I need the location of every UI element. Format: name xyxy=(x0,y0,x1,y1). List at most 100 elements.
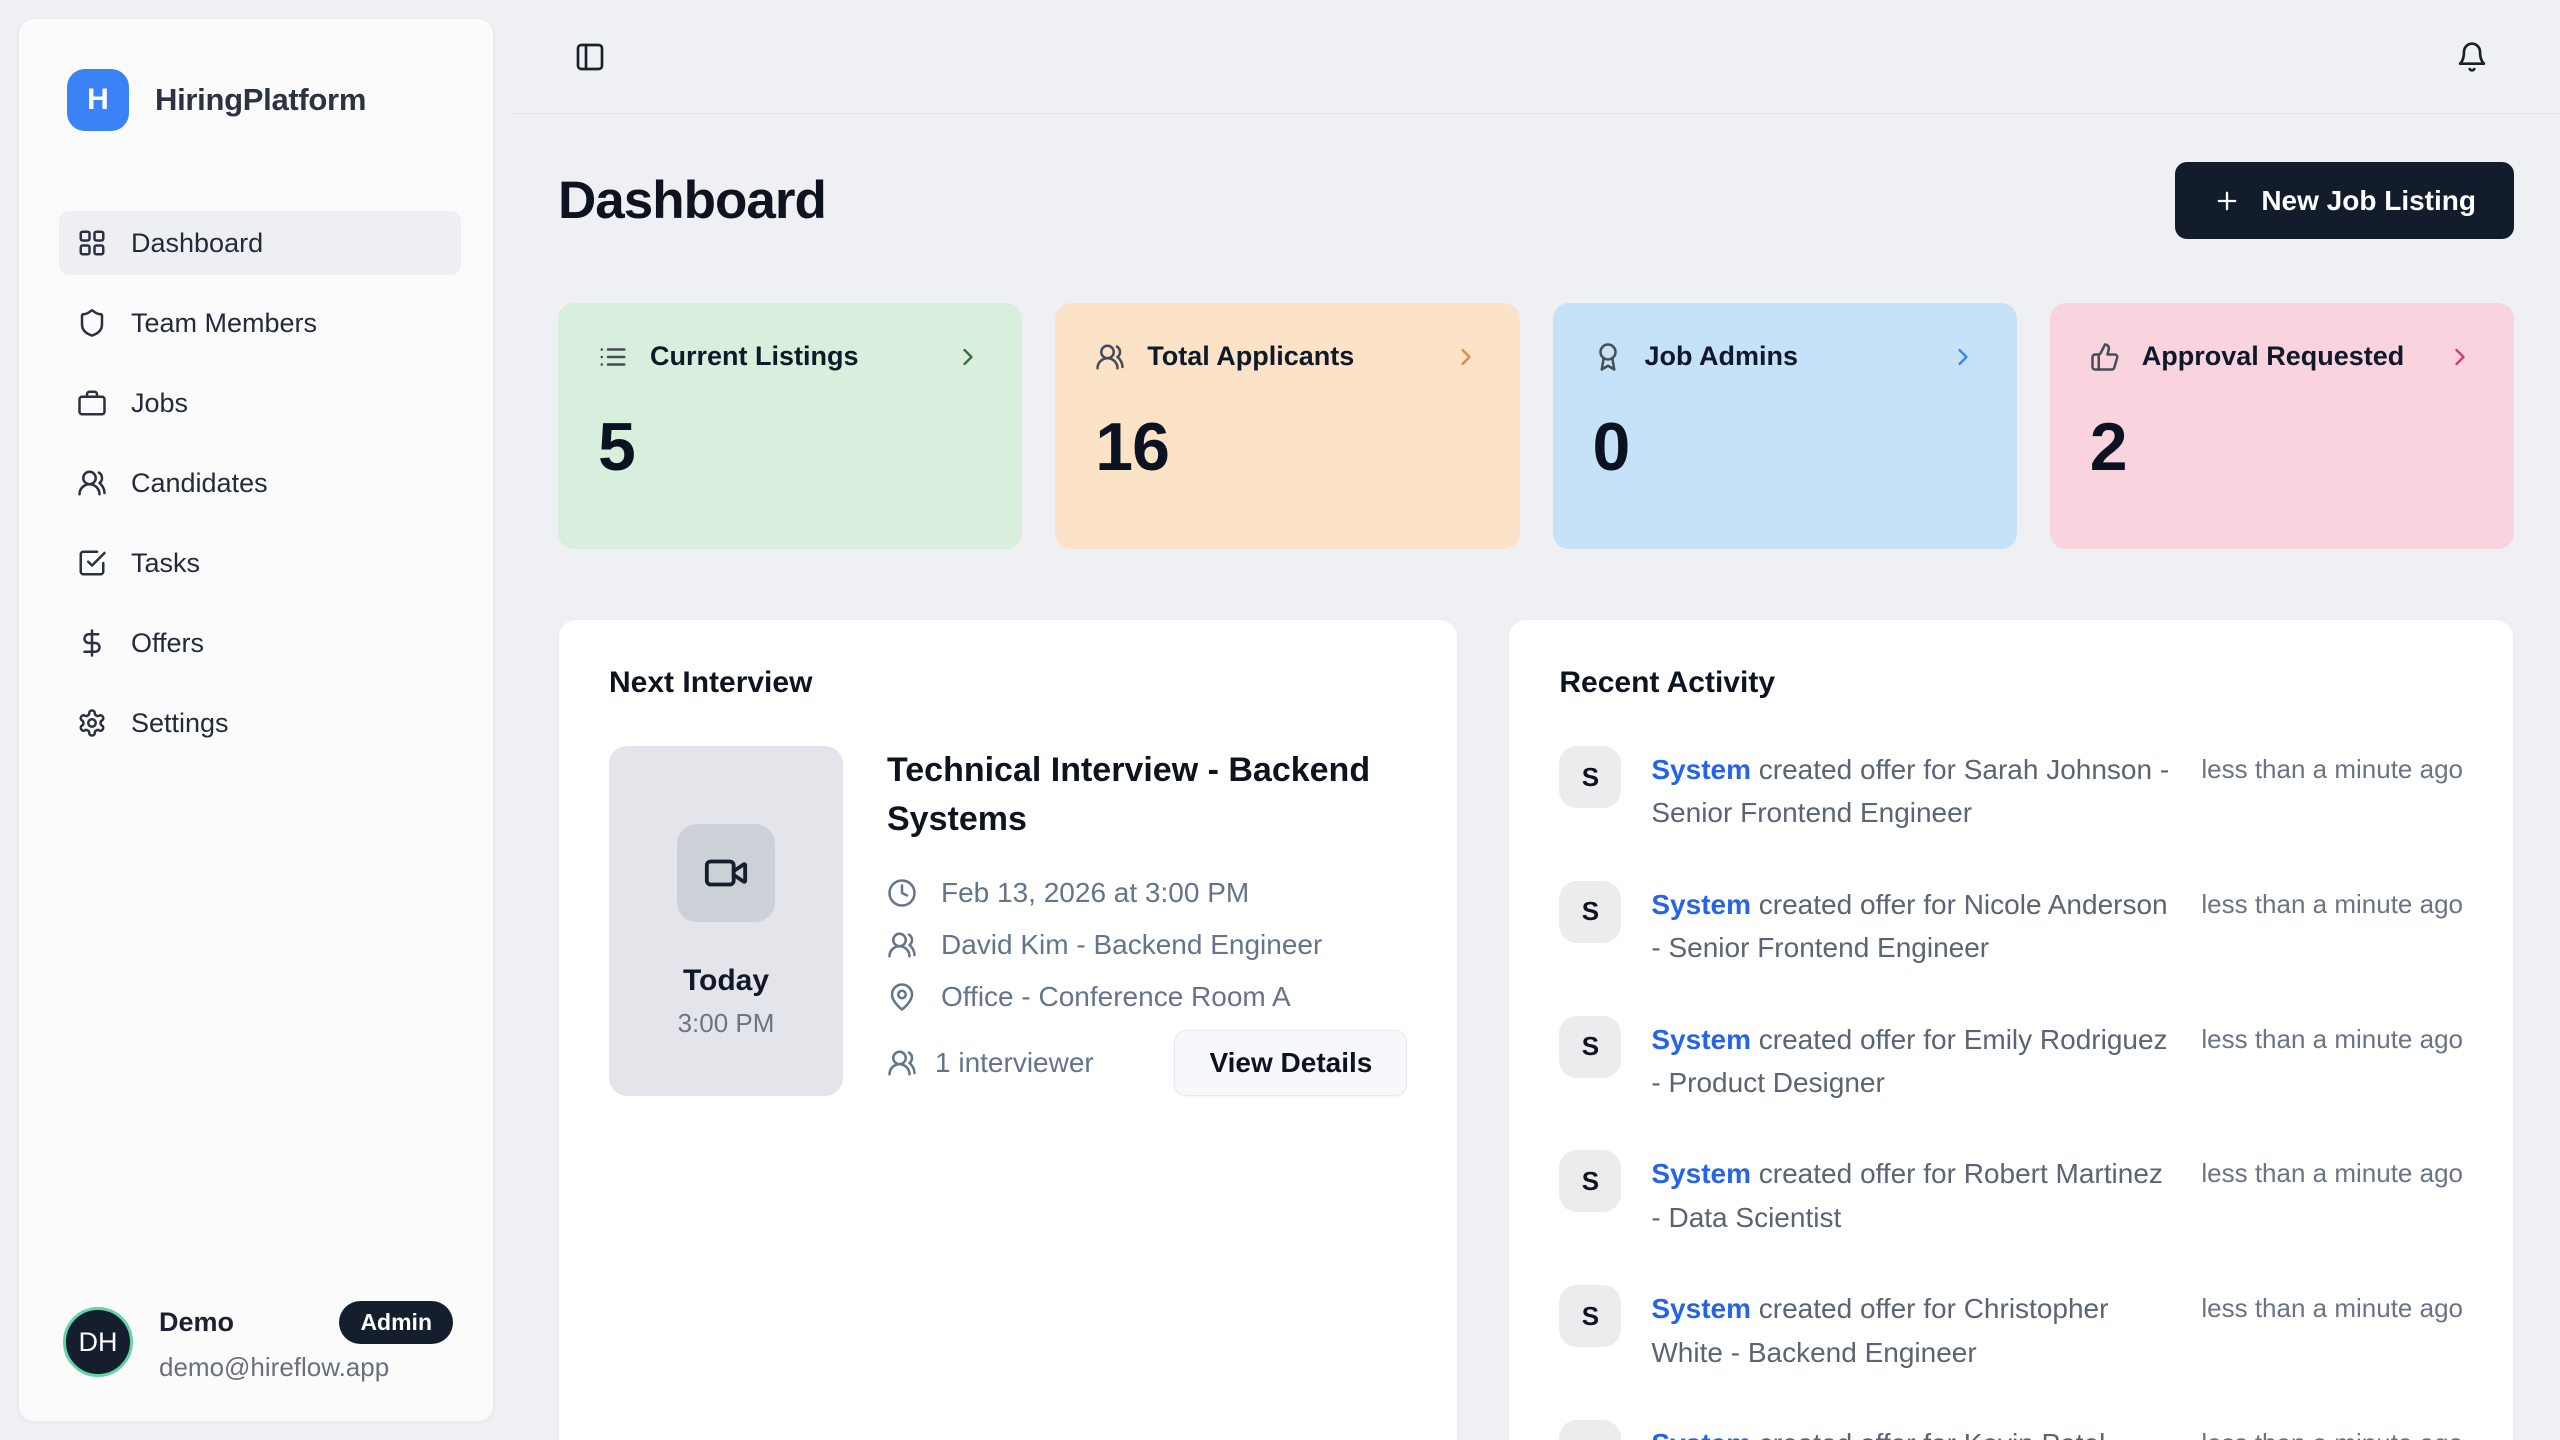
interview-time-label: 3:00 PM xyxy=(678,1008,775,1039)
main-area: Dashboard New Job Listing Current Listin… xyxy=(512,0,2560,1440)
role-badge: Admin xyxy=(339,1301,453,1344)
stat-label: Total Applicants xyxy=(1147,341,1354,372)
activity-actor-link[interactable]: System xyxy=(1651,1428,1751,1440)
activity-text: System created offer for Sarah Johnson -… xyxy=(1651,746,2171,835)
interview-title: Technical Interview - Backend Systems xyxy=(887,746,1407,845)
sidebar-item-label: Jobs xyxy=(131,388,188,419)
new-job-listing-label: New Job Listing xyxy=(2261,185,2476,217)
activity-actor-link[interactable]: System xyxy=(1651,1158,1751,1189)
user-name: Demo xyxy=(159,1307,234,1338)
activity-actor-link[interactable]: System xyxy=(1651,1024,1751,1055)
sidebar-item-candidates[interactable]: Candidates xyxy=(59,451,461,515)
stat-label: Current Listings xyxy=(650,341,859,372)
user-email: demo@hireflow.app xyxy=(159,1352,453,1383)
interview-candidate: David Kim - Backend Engineer xyxy=(941,929,1322,961)
activity-actor-link[interactable]: System xyxy=(1651,889,1751,920)
users-round-icon xyxy=(77,468,107,498)
chevron-right-icon xyxy=(954,343,982,371)
sidebar-item-label: Settings xyxy=(131,708,229,739)
activity-actor-link[interactable]: System xyxy=(1651,754,1751,785)
user-card[interactable]: DH Demo Admin demo@hireflow.app xyxy=(63,1301,453,1383)
activity-item: S System created offer for Nicole Anders… xyxy=(1559,881,2463,970)
stat-value: 2 xyxy=(2090,408,2474,486)
stat-value: 5 xyxy=(598,408,982,486)
panel-left-icon xyxy=(574,41,606,73)
stat-card-current-listings[interactable]: Current Listings 5 xyxy=(558,303,1022,549)
content: Dashboard New Job Listing Current Listin… xyxy=(512,114,2560,1440)
sidebar-toggle-button[interactable] xyxy=(574,41,606,73)
chevron-right-icon xyxy=(2446,343,2474,371)
dollar-sign-icon xyxy=(77,628,107,658)
stat-card-job-admins[interactable]: Job Admins 0 xyxy=(1553,303,2017,549)
activity-avatar: S xyxy=(1559,1016,1621,1078)
shield-icon xyxy=(77,308,107,338)
activity-timestamp: less than a minute ago xyxy=(2201,1150,2463,1189)
activity-item: S System created offer for Emily Rodrigu… xyxy=(1559,1016,2463,1105)
stat-value: 16 xyxy=(1095,408,1479,486)
sidebar-item-jobs[interactable]: Jobs xyxy=(59,371,461,435)
sidebar-item-label: Candidates xyxy=(131,468,268,499)
activity-timestamp: less than a minute ago xyxy=(2201,881,2463,920)
settings-gear-icon xyxy=(77,708,107,738)
bell-icon xyxy=(2456,41,2488,73)
interview-date-tile: Today 3:00 PM xyxy=(609,746,843,1096)
sidebar-nav: Dashboard Team Members Jobs Candidates T… xyxy=(19,211,493,755)
activity-timestamp: less than a minute ago xyxy=(2201,1016,2463,1055)
next-interview-card: Next Interview Today 3:00 PM Technical I… xyxy=(558,619,1458,1440)
stat-card-total-applicants[interactable]: Total Applicants 16 xyxy=(1055,303,1519,549)
user-info: Demo Admin demo@hireflow.app xyxy=(159,1301,453,1383)
sidebar-item-dashboard[interactable]: Dashboard xyxy=(59,211,461,275)
activity-timestamp: less than a minute ago xyxy=(2201,746,2463,785)
sidebar-item-tasks[interactable]: Tasks xyxy=(59,531,461,595)
stats-row: Current Listings 5 Total Applicants 16 J… xyxy=(558,303,2514,549)
topbar xyxy=(512,0,2560,114)
sidebar-item-label: Dashboard xyxy=(131,228,263,259)
interview-datetime: Feb 13, 2026 at 3:00 PM xyxy=(941,877,1249,909)
activity-text: System created offer for Nicole Anderson… xyxy=(1651,881,2171,970)
interviewer-count: 1 interviewer xyxy=(887,1047,1094,1079)
view-details-button[interactable]: View Details xyxy=(1174,1030,1407,1096)
check-square-icon xyxy=(77,548,107,578)
list-icon xyxy=(598,342,628,372)
interview-datetime-row: Feb 13, 2026 at 3:00 PM xyxy=(887,877,1407,909)
interview-location-row: Office - Conference Room A xyxy=(887,981,1407,1013)
interview-candidate-row: David Kim - Backend Engineer xyxy=(887,929,1407,961)
thumbs-up-icon xyxy=(2090,342,2120,372)
stat-card-approval-requested[interactable]: Approval Requested 2 xyxy=(2050,303,2514,549)
activity-text: System created offer for Christopher Whi… xyxy=(1651,1285,2171,1374)
award-icon xyxy=(1593,342,1623,372)
activity-avatar: S xyxy=(1559,746,1621,808)
stat-value: 0 xyxy=(1593,408,1977,486)
sidebar-item-label: Tasks xyxy=(131,548,200,579)
brand-name: HiringPlatform xyxy=(155,82,366,118)
sidebar-item-label: Offers xyxy=(131,628,204,659)
activity-list: S System created offer for Sarah Johnson… xyxy=(1559,746,2463,1440)
notifications-button[interactable] xyxy=(2456,41,2488,73)
brand: H HiringPlatform xyxy=(19,19,493,131)
sidebar-item-offers[interactable]: Offers xyxy=(59,611,461,675)
activity-text: System created offer for Kevin Patel - D… xyxy=(1651,1420,2171,1440)
activity-item: S System created offer for Sarah Johnson… xyxy=(1559,746,2463,835)
avatar: DH xyxy=(63,1307,133,1377)
new-job-listing-button[interactable]: New Job Listing xyxy=(2175,162,2514,239)
activity-avatar: S xyxy=(1559,1285,1621,1347)
stat-label: Job Admins xyxy=(1645,341,1799,372)
sidebar-item-settings[interactable]: Settings xyxy=(59,691,461,755)
sidebar-item-team-members[interactable]: Team Members xyxy=(59,291,461,355)
page-title: Dashboard xyxy=(558,170,826,231)
recent-activity-card: Recent Activity S System created offer f… xyxy=(1508,619,2514,1440)
clock-icon xyxy=(887,878,917,908)
activity-avatar: S xyxy=(1559,1150,1621,1212)
activity-avatar: S xyxy=(1559,881,1621,943)
activity-timestamp: less than a minute ago xyxy=(2201,1420,2463,1440)
activity-actor-link[interactable]: System xyxy=(1651,1293,1751,1324)
next-interview-title: Next Interview xyxy=(609,666,1407,700)
activity-text: System created offer for Emily Rodriguez… xyxy=(1651,1016,2171,1105)
interview-day-label: Today xyxy=(683,964,769,998)
activity-timestamp: less than a minute ago xyxy=(2201,1285,2463,1324)
stat-label: Approval Requested xyxy=(2142,341,2405,372)
briefcase-icon xyxy=(77,388,107,418)
interview-location: Office - Conference Room A xyxy=(941,981,1291,1013)
layout-grid-icon xyxy=(77,228,107,258)
users-icon xyxy=(887,1048,917,1078)
